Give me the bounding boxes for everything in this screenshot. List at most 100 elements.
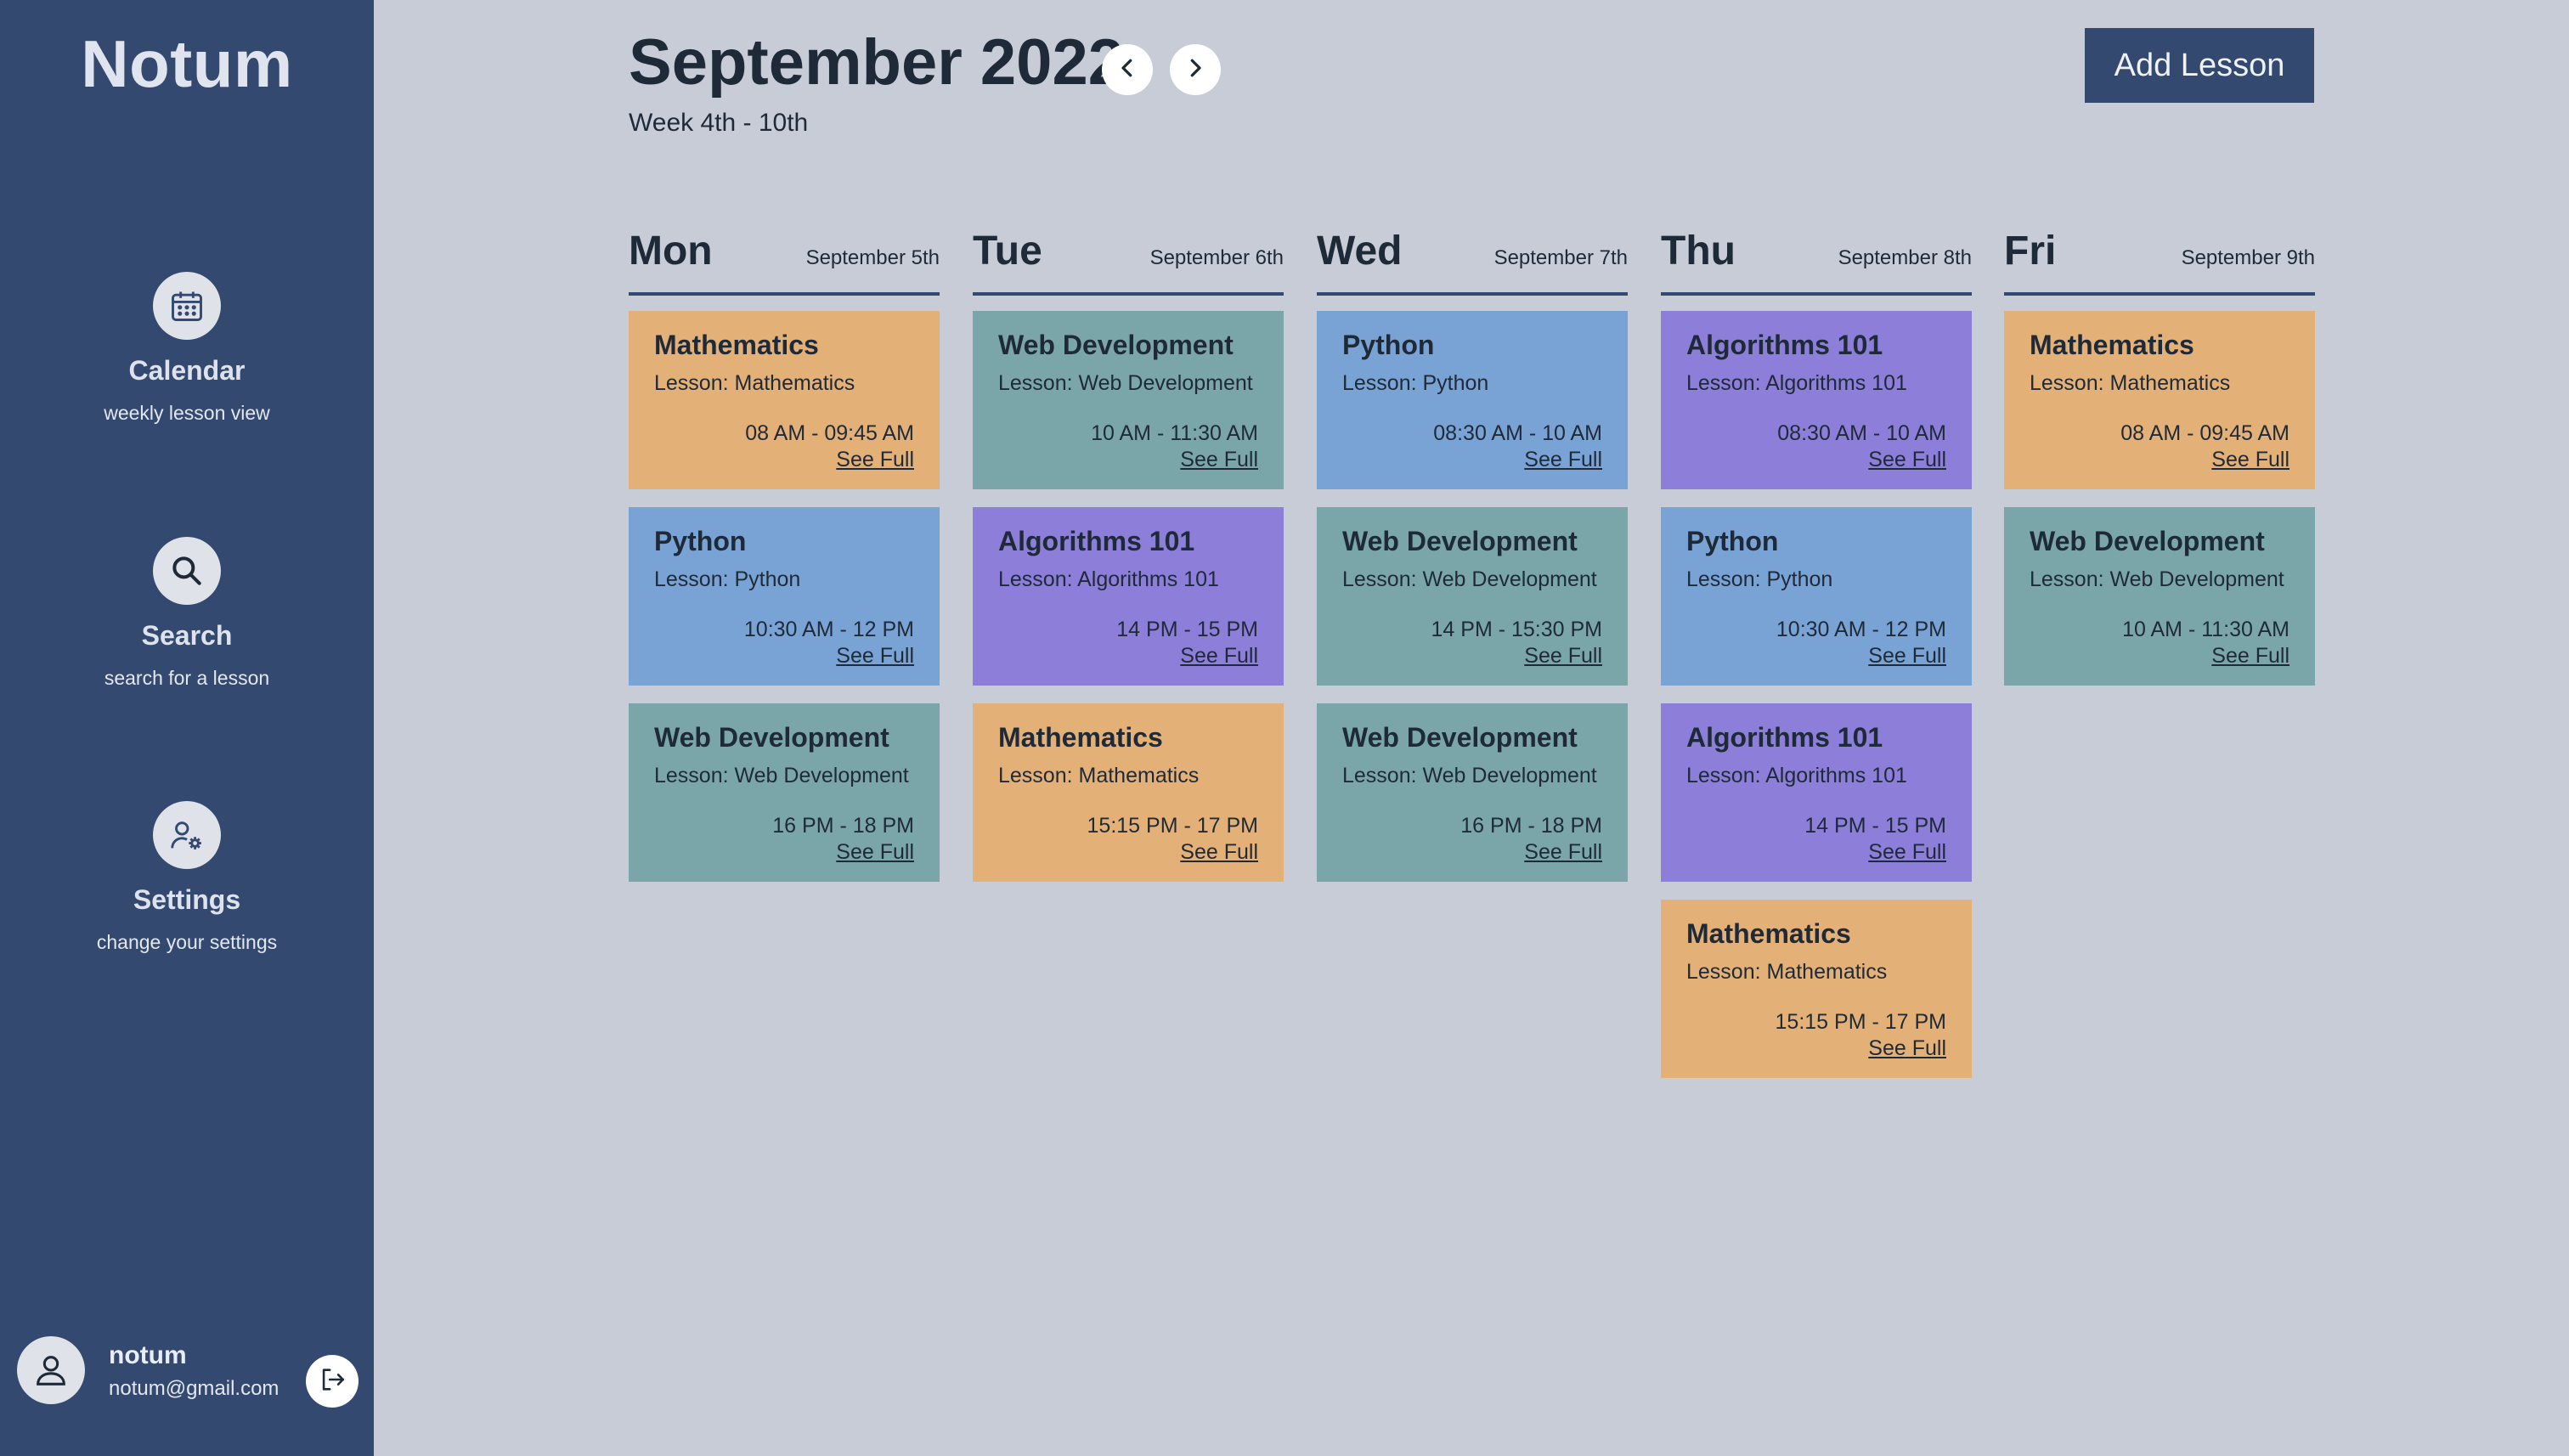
lesson-card[interactable]: Web Development Lesson: Web Development 14… <box>1317 507 1628 686</box>
lesson-time: 14 PM - 15 PM <box>1116 618 1258 641</box>
lesson-title: Web Development <box>654 722 889 753</box>
sidebar-item-calendar[interactable]: Calendar weekly lesson view <box>0 272 374 425</box>
see-full-link[interactable]: See Full <box>1868 644 1946 669</box>
lesson-title: Algorithms 101 <box>1686 330 1883 360</box>
lesson-card[interactable]: Mathematics Lesson: Mathematics 08 AM - 09… <box>629 311 940 489</box>
lesson-time: 14 PM - 15:30 PM <box>1431 618 1602 641</box>
lesson-subtitle: Lesson: Python <box>1342 371 1489 395</box>
see-full-link[interactable]: See Full <box>1524 448 1602 472</box>
day-header: Thu September 8th <box>1661 226 1972 296</box>
see-full-link[interactable]: See Full <box>1868 448 1946 472</box>
avatar[interactable] <box>17 1336 85 1404</box>
lesson-list: Python Lesson: Python 08:30 AM - 10 AM See … <box>1317 311 1628 882</box>
see-full-link[interactable]: See Full <box>1180 644 1258 669</box>
see-full-link[interactable]: See Full <box>1524 644 1602 669</box>
see-full-link[interactable]: See Full <box>836 644 914 669</box>
sidebar-item-description: search for a lesson <box>104 667 270 689</box>
day-date: September 6th <box>1149 246 1284 269</box>
lesson-time: 10:30 AM - 12 PM <box>1776 618 1946 641</box>
lesson-subtitle: Lesson: Python <box>1686 567 1833 591</box>
lesson-card[interactable]: Web Development Lesson: Web Development 10… <box>973 311 1284 489</box>
lesson-card[interactable]: Mathematics Lesson: Mathematics 08 AM - 09… <box>2004 311 2315 489</box>
day-header: Tue September 6th <box>973 226 1284 296</box>
day-date: September 8th <box>1838 246 1972 269</box>
lesson-card[interactable]: Web Development Lesson: Web Development 16… <box>629 703 940 882</box>
lesson-card[interactable]: Mathematics Lesson: Mathematics 15:15 PM -… <box>973 703 1284 882</box>
see-full-link[interactable]: See Full <box>836 448 914 472</box>
see-full-link[interactable]: See Full <box>1180 840 1258 865</box>
day-column-thu: Thu September 8th Algorithms 101 Lesson: Al… <box>1661 226 1972 1096</box>
sidebar-item-settings[interactable]: Settings change your settings <box>0 801 374 954</box>
day-header: Fri September 9th <box>2004 226 2315 296</box>
see-full-link[interactable]: See Full <box>1180 448 1258 472</box>
user-profile: notum notum@gmail.com <box>17 1336 365 1413</box>
lesson-list: Mathematics Lesson: Mathematics 08 AM - 09… <box>2004 311 2315 686</box>
logout-button[interactable] <box>306 1355 359 1408</box>
day-column-tue: Tue September 6th Web Development Lesson: W… <box>973 226 1284 900</box>
chevron-right-icon <box>1183 55 1208 85</box>
lesson-time: 10 AM - 11:30 AM <box>2122 618 2290 641</box>
sidebar-item-label: Settings <box>133 884 241 915</box>
sidebar-item-label: Search <box>141 620 233 651</box>
lesson-subtitle: Lesson: Web Development <box>1342 567 1597 591</box>
lesson-subtitle: Lesson: Algorithms 101 <box>998 567 1219 591</box>
lesson-subtitle: Lesson: Algorithms 101 <box>1686 371 1907 395</box>
user-name: notum <box>109 1341 187 1369</box>
user-settings-icon <box>153 801 221 869</box>
day-column-mon: Mon September 5th Mathematics Lesson: Mathe… <box>629 226 940 900</box>
lesson-card[interactable]: Web Development Lesson: Web Development 10… <box>2004 507 2315 686</box>
day-date: September 5th <box>805 246 940 269</box>
sidebar-item-search[interactable]: Search search for a lesson <box>0 537 374 690</box>
app-logo: Notum <box>81 26 293 101</box>
day-column-fri: Fri September 9th Mathematics Lesson: Mathe… <box>2004 226 2315 703</box>
lesson-list: Mathematics Lesson: Mathematics 08 AM - 09… <box>629 311 940 882</box>
sidebar-item-description: weekly lesson view <box>104 402 270 424</box>
lesson-card[interactable]: Mathematics Lesson: Mathematics 15:15 PM -… <box>1661 900 1972 1078</box>
see-full-link[interactable]: See Full <box>1868 840 1946 865</box>
lesson-title: Algorithms 101 <box>998 526 1195 556</box>
page-title: September 2022 <box>629 26 1124 99</box>
lesson-time: 08 AM - 09:45 AM <box>2120 421 2290 445</box>
lesson-title: Mathematics <box>654 330 819 360</box>
see-full-link[interactable]: See Full <box>1524 840 1602 865</box>
day-header: Wed September 7th <box>1317 226 1628 296</box>
search-icon <box>153 537 221 605</box>
day-name: Mon <box>629 229 713 274</box>
next-week-button[interactable] <box>1170 44 1221 95</box>
see-full-link[interactable]: See Full <box>1868 1036 1946 1061</box>
lesson-time: 15:15 PM - 17 PM <box>1087 814 1258 838</box>
lesson-title: Web Development <box>1342 722 1578 753</box>
lesson-card[interactable]: Python Lesson: Python 10:30 AM - 12 PM See … <box>1661 507 1972 686</box>
lesson-card[interactable]: Algorithms 101 Lesson: Algorithms 101 08:3… <box>1661 311 1972 489</box>
see-full-link[interactable]: See Full <box>2211 448 2290 472</box>
lesson-subtitle: Lesson: Web Development <box>654 764 909 787</box>
lesson-list: Algorithms 101 Lesson: Algorithms 101 08:3… <box>1661 311 1972 1078</box>
lesson-card[interactable]: Algorithms 101 Lesson: Algorithms 101 14 P… <box>973 507 1284 686</box>
lesson-time: 08 AM - 09:45 AM <box>745 421 914 445</box>
lesson-title: Web Development <box>2030 526 2265 556</box>
calendar-icon <box>153 272 221 340</box>
lesson-title: Mathematics <box>998 722 1163 753</box>
lesson-title: Python <box>1686 526 1779 556</box>
sidebar-item-description: change your settings <box>96 931 278 953</box>
lesson-title: Web Development <box>998 330 1234 360</box>
week-range: Week 4th - 10th <box>629 109 809 137</box>
lesson-time: 15:15 PM - 17 PM <box>1775 1010 1946 1034</box>
lesson-title: Mathematics <box>1686 918 1851 949</box>
add-lesson-button[interactable]: Add Lesson <box>2085 28 2314 103</box>
lesson-card[interactable]: Python Lesson: Python 08:30 AM - 10 AM See … <box>1317 311 1628 489</box>
lesson-time: 08:30 AM - 10 AM <box>1433 421 1602 445</box>
lesson-title: Python <box>1342 330 1435 360</box>
chevron-left-icon <box>1115 55 1140 85</box>
see-full-link[interactable]: See Full <box>836 840 914 865</box>
lesson-card[interactable]: Web Development Lesson: Web Development 16… <box>1317 703 1628 882</box>
lesson-subtitle: Lesson: Web Development <box>2030 567 2284 591</box>
day-date: September 9th <box>2181 246 2315 269</box>
see-full-link[interactable]: See Full <box>2211 644 2290 669</box>
lesson-card[interactable]: Python Lesson: Python 10:30 AM - 12 PM See … <box>629 507 940 686</box>
day-name: Tue <box>973 229 1042 274</box>
lesson-time: 08:30 AM - 10 AM <box>1777 421 1946 445</box>
lesson-card[interactable]: Algorithms 101 Lesson: Algorithms 101 14 P… <box>1661 703 1972 882</box>
previous-week-button[interactable] <box>1102 44 1153 95</box>
lesson-title: Algorithms 101 <box>1686 722 1883 753</box>
